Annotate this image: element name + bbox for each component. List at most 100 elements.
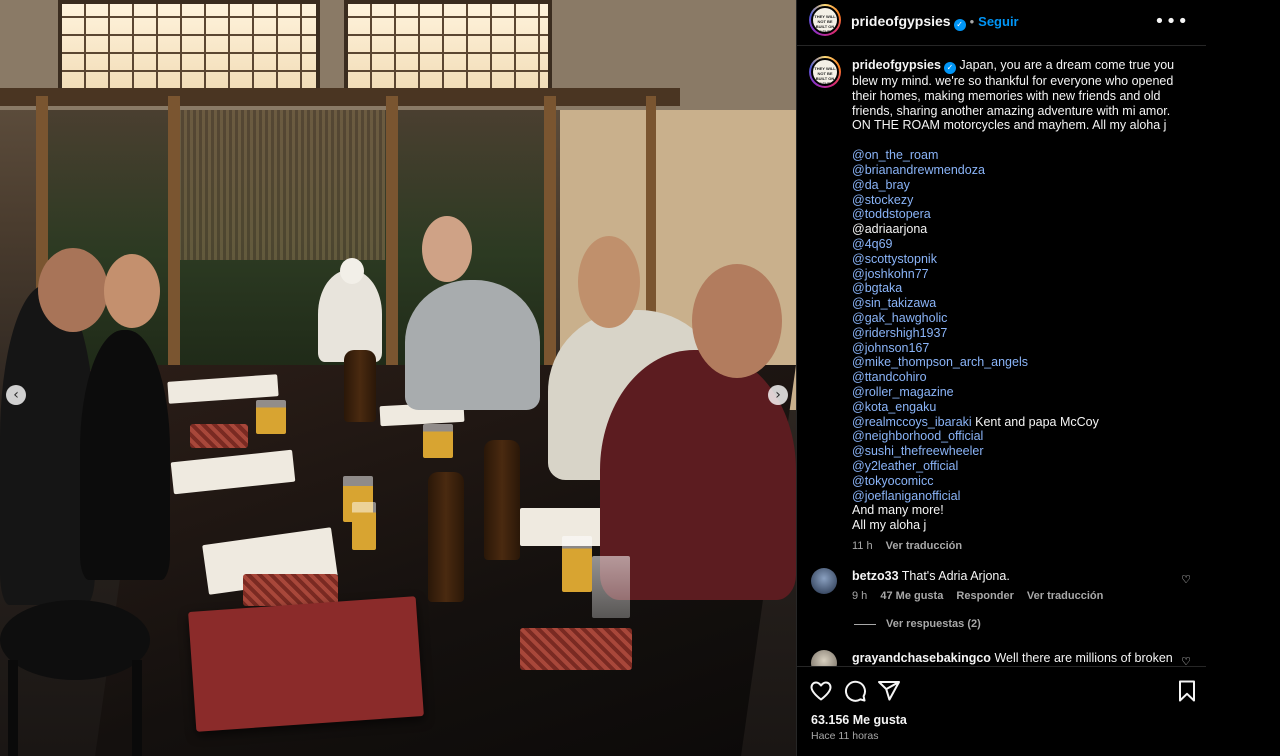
- caption-line: @scottystopnik: [852, 252, 1182, 267]
- caption-line: @johnson167: [852, 341, 1182, 356]
- mention-link[interactable]: @mike_thompson_arch_angels: [852, 355, 1028, 369]
- commenter-avatar[interactable]: [811, 650, 837, 666]
- photo-post: [386, 96, 398, 396]
- mention-link[interactable]: @joshkohn77: [852, 267, 929, 281]
- page-background: [1206, 0, 1280, 756]
- photo-menu-book: [188, 596, 424, 732]
- comment-icon[interactable]: [843, 679, 867, 703]
- post-actions: 63.156 Me gusta Hace 11 horas: [797, 666, 1207, 756]
- photo-beam: [0, 88, 680, 106]
- caption-time: 11 h: [852, 539, 873, 552]
- photo-bamboo-screen: [175, 110, 385, 260]
- avatar-text: THEY WILL NOT BE BUILT ON HASHED MACHINE…: [811, 58, 839, 86]
- photo-glass: [256, 400, 286, 434]
- commenter-avatar[interactable]: [811, 568, 837, 594]
- mention-link[interactable]: @neighborhood_official: [852, 429, 983, 443]
- comment-username[interactable]: betzo33: [852, 569, 899, 583]
- mention-link[interactable]: @tokyocomicc: [852, 474, 933, 488]
- caption-line: @4q69: [852, 237, 1182, 252]
- photo-glass: [423, 424, 453, 458]
- photo-person-1-head: [38, 248, 108, 332]
- view-replies-label: Ver respuestas (2): [886, 618, 981, 630]
- avatar-text: THEY WILL NOT BE BUILT ON HASHED MACHINE…: [811, 6, 839, 34]
- mention-link[interactable]: @johnson167: [852, 341, 929, 355]
- author-avatar[interactable]: THEY WILL NOT BE BUILT ON HASHED MACHINE…: [809, 4, 841, 36]
- carousel-prev-button[interactable]: ‹: [6, 385, 26, 405]
- comment-like-heart-icon[interactable]: ♡: [1181, 573, 1191, 586]
- comment-like-heart-icon[interactable]: ♡: [1181, 655, 1191, 666]
- caption-line: @ridershigh1937: [852, 326, 1182, 341]
- view-replies-button[interactable]: Ver respuestas (2): [854, 618, 981, 630]
- photo-bottle: [428, 472, 464, 602]
- likes-count[interactable]: 63.156 Me gusta: [811, 713, 907, 727]
- mention-link[interactable]: @ttandcohiro: [852, 370, 927, 384]
- mention-link[interactable]: @scottystopnik: [852, 252, 937, 266]
- photo-person-4-head: [578, 236, 640, 328]
- caption-mentions: @on_the_roam @brianandrewmendoza @da_bray @…: [852, 148, 1182, 533]
- mention-link[interactable]: @kota_engaku: [852, 400, 936, 414]
- photo-post: [168, 96, 180, 396]
- mention-link[interactable]: @joeflaniganofficial: [852, 489, 960, 503]
- separator-dot: •: [969, 14, 975, 29]
- mention-link[interactable]: @on_the_roam: [852, 148, 938, 162]
- caption-author-avatar[interactable]: THEY WILL NOT BE BUILT ON HASHED MACHINE…: [809, 56, 841, 88]
- photo-stool-leg: [132, 660, 142, 756]
- comment-text: Well there are millions of broken: [994, 651, 1173, 665]
- caption-plain-text: All my aloha j: [852, 518, 927, 533]
- photo-glass: [562, 536, 592, 592]
- bookmark-icon[interactable]: [1175, 679, 1199, 703]
- carousel-next-button[interactable]: ›: [768, 385, 788, 405]
- caption-line: @on_the_roam: [852, 148, 1182, 163]
- mention-link[interactable]: @da_bray: [852, 178, 910, 192]
- caption-translate-link[interactable]: Ver traducción: [886, 540, 962, 552]
- mention-link[interactable]: @sushi_thefreewheeler: [852, 444, 984, 458]
- comment-likes[interactable]: 47 Me gusta: [880, 590, 943, 602]
- caption-line: All my aloha j: [852, 518, 1182, 533]
- mention-link[interactable]: @brianandrewmendoza: [852, 163, 985, 177]
- caption-line: @ttandcohiro: [852, 370, 1182, 385]
- mention-link[interactable]: @roller_magazine: [852, 385, 954, 399]
- caption-line: @joshkohn77: [852, 267, 1182, 282]
- caption-line: @brianandrewmendoza: [852, 163, 1182, 178]
- caption-line: @mike_thompson_arch_angels: [852, 355, 1182, 370]
- more-options-icon[interactable]: •••: [1154, 11, 1189, 32]
- mention-link[interactable]: @gak_hawgholic: [852, 311, 947, 325]
- comment-translate-link[interactable]: Ver traducción: [1027, 590, 1103, 602]
- mention-link[interactable]: @y2leather_official: [852, 459, 958, 473]
- mention-link[interactable]: @toddstopera: [852, 207, 931, 221]
- mention-link[interactable]: @bgtaka: [852, 281, 902, 295]
- mention-link[interactable]: @ridershigh1937: [852, 326, 947, 340]
- author-username[interactable]: prideofgypsies: [851, 13, 951, 29]
- caption-author-username[interactable]: prideofgypsies: [852, 58, 941, 72]
- caption-plain-text: @adriaarjona: [852, 222, 928, 237]
- mention-link[interactable]: @4q69: [852, 237, 893, 251]
- photo-person-3-head: [422, 216, 472, 282]
- caption-line: @adriaarjona: [852, 222, 1182, 237]
- verified-badge-icon: ✓: [953, 19, 966, 31]
- photo-shoji-window-left: [58, 0, 320, 92]
- post-photo[interactable]: ‹ ›: [0, 0, 796, 756]
- heart-icon[interactable]: [809, 679, 833, 703]
- mention-link[interactable]: @realmccoys_ibaraki: [852, 415, 972, 429]
- caption-line: @kota_engaku: [852, 400, 1182, 415]
- post-sidebar: THEY WILL NOT BE BUILT ON HASHED MACHINE…: [796, 0, 1207, 756]
- reply-button[interactable]: Responder: [956, 590, 1013, 602]
- photo-napkin-basket: [520, 628, 632, 670]
- photo-person-5-head: [692, 264, 782, 378]
- share-icon[interactable]: [877, 679, 901, 703]
- mention-link[interactable]: @sin_takizawa: [852, 296, 936, 310]
- photo-stool-leg: [8, 660, 18, 756]
- comment-username[interactable]: grayandchasebakingco: [852, 651, 991, 665]
- photo-napkin-basket: [243, 574, 338, 606]
- post-header: THEY WILL NOT BE BUILT ON HASHED MACHINE…: [797, 0, 1207, 46]
- comments-section[interactable]: THEY WILL NOT BE BUILT ON HASHED MACHINE…: [797, 46, 1207, 666]
- photo-shoji-window-right: [344, 0, 552, 92]
- photo-napkin-basket: [190, 424, 248, 448]
- comment-text: That's Adria Arjona.: [901, 569, 1010, 583]
- caption-line: @tokyocomicc: [852, 474, 1182, 489]
- follow-button[interactable]: Seguir: [978, 14, 1018, 29]
- caption-line: And many more!: [852, 503, 1182, 518]
- caption-plain-text: And many more!: [852, 503, 944, 518]
- mention-link[interactable]: @stockezy: [852, 193, 913, 207]
- comment-meta: 9 h 47 Me gusta Responder Ver traducción: [852, 589, 1182, 604]
